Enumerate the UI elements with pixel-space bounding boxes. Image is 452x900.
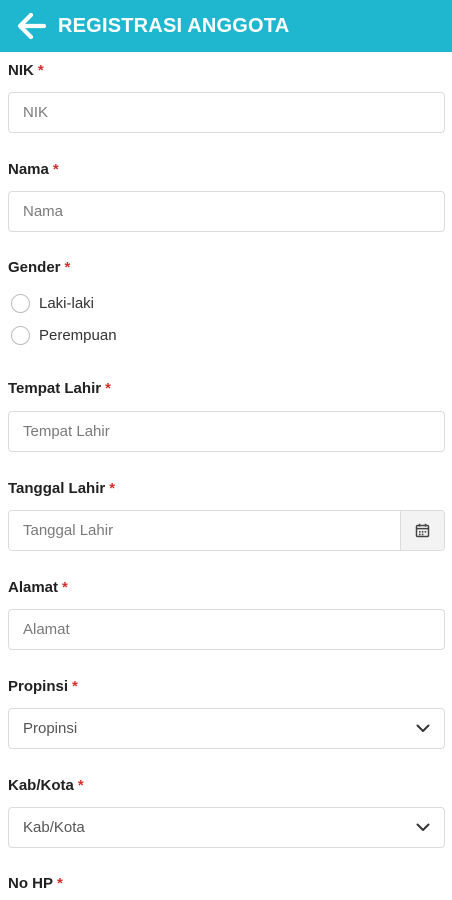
app-bar: REGISTRASI ANGGOTA (0, 0, 452, 52)
required-marker: * (37, 62, 44, 79)
gender-label-text: Gender (8, 259, 61, 276)
tanggal-lahir-field (8, 510, 445, 551)
tempat-lahir-input[interactable] (8, 411, 445, 452)
radio-button[interactable] (11, 326, 30, 345)
gender-option-perempuan[interactable]: Perempuan (11, 326, 117, 345)
alamat-label-text: Alamat (8, 579, 59, 596)
chevron-down-icon (416, 724, 430, 732)
page-title: REGISTRASI ANGGOTA (58, 14, 290, 37)
radio-button[interactable] (11, 294, 30, 313)
propinsi-label: Propinsi * (8, 678, 78, 695)
no-hp-label-text: No HP (8, 875, 53, 892)
gender-label: Gender * (8, 259, 70, 276)
required-marker: * (109, 480, 116, 497)
required-marker: * (77, 777, 84, 794)
no-hp-label: No HP * (8, 875, 63, 892)
kab-kota-label-text: Kab/Kota (8, 777, 74, 794)
kab-kota-label: Kab/Kota * (8, 777, 84, 794)
tempat-lahir-label-text: Tempat Lahir (8, 380, 102, 397)
kab-kota-select[interactable]: Kab/Kota (8, 807, 445, 848)
chevron-down-icon (416, 823, 430, 831)
required-marker: * (64, 259, 71, 276)
required-marker: * (52, 161, 59, 178)
kab-kota-select-value: Kab/Kota (23, 819, 85, 836)
alamat-label: Alamat * (8, 579, 68, 596)
tempat-lahir-label: Tempat Lahir * (8, 380, 111, 397)
nama-label-text: Nama (8, 161, 49, 178)
nik-label-text: NIK (8, 62, 34, 79)
arrow-left-icon (17, 12, 47, 40)
required-marker: * (62, 579, 68, 596)
nama-input[interactable] (8, 191, 445, 232)
nama-label: Nama * (8, 161, 59, 178)
required-marker: * (105, 380, 111, 397)
tanggal-lahir-label: Tanggal Lahir * (8, 480, 115, 497)
radio-label: Perempuan (39, 327, 117, 344)
date-picker-button[interactable] (400, 511, 444, 550)
propinsi-select[interactable]: Propinsi (8, 708, 445, 749)
nik-label: NIK * (8, 62, 44, 79)
radio-label: Laki-laki (39, 295, 95, 312)
tanggal-lahir-input[interactable] (9, 511, 400, 550)
required-marker: * (57, 875, 63, 892)
required-marker: * (72, 678, 78, 695)
propinsi-select-value: Propinsi (23, 720, 78, 737)
alamat-input[interactable] (8, 609, 445, 650)
calendar-icon (415, 523, 430, 538)
propinsi-label-text: Propinsi (8, 678, 69, 695)
gender-option-laki-laki[interactable]: Laki-laki (11, 294, 94, 313)
nik-input[interactable] (8, 92, 445, 133)
back-button[interactable] (8, 0, 56, 52)
tanggal-lahir-label-text: Tanggal Lahir (8, 480, 106, 497)
